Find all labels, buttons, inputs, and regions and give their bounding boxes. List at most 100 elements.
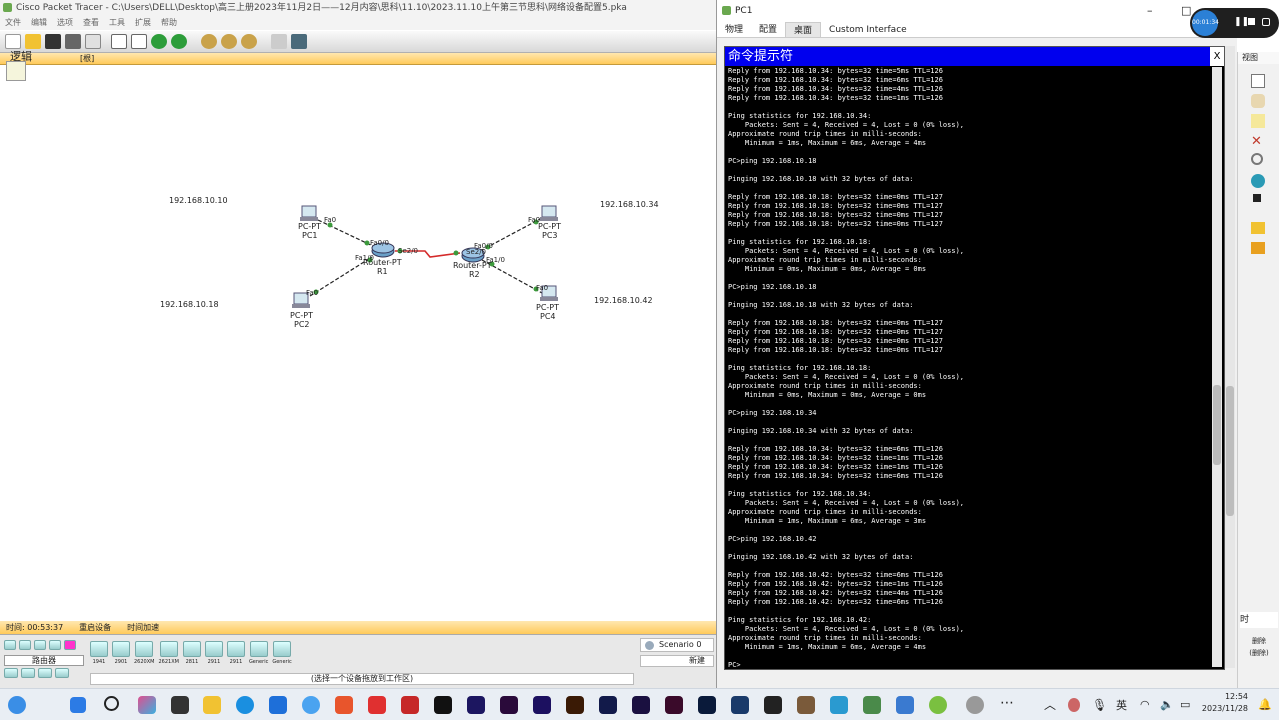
wechat-icon[interactable] [929,696,947,714]
open-folder-icon[interactable] [25,34,41,49]
realtime-mode-icon[interactable]: 时 [1240,612,1278,628]
tool-icon[interactable] [797,696,815,714]
file-explorer-icon[interactable] [203,696,221,714]
tray-app-icon[interactable] [1068,698,1080,712]
task-view-icon[interactable] [171,696,189,714]
save-icon[interactable] [45,34,61,49]
input-method-indicator[interactable]: 英 [1116,697,1127,713]
move-hand-icon[interactable] [1251,94,1265,108]
menu-file[interactable]: 文件 [5,16,21,30]
server-icon[interactable] [21,668,35,678]
cloud-icon[interactable] [55,668,69,678]
animate-icon[interactable] [632,696,650,714]
capcut-icon[interactable] [434,696,452,714]
new-file-icon[interactable] [5,34,21,49]
scenario-select[interactable]: Scenario 0 [640,638,714,652]
wifi-icon[interactable]: ◠ [1140,696,1158,714]
menu-options[interactable]: 选项 [57,16,73,30]
root-breadcrumb[interactable]: [根] [80,53,94,65]
screen-record-icon[interactable] [896,696,914,714]
model-tile[interactable]: Generic [249,641,268,665]
microphone-icon[interactable]: 🎙 [1092,696,1110,714]
wan-emulation-icon[interactable] [38,668,52,678]
volume-icon[interactable]: 🔈 [1160,696,1178,714]
hub-category-icon[interactable] [34,640,46,650]
end-device-icon[interactable] [4,668,18,678]
draw-shape-icon[interactable] [1251,174,1265,188]
audition-icon[interactable] [599,696,617,714]
dreamweaver-icon[interactable] [665,696,683,714]
model-tile[interactable]: 2811 [182,641,201,665]
model-tile[interactable]: 2620XM [134,641,154,665]
undo-icon[interactable] [151,34,167,49]
screen-recorder-widget[interactable]: 00:01:34 ❚❚ [1190,8,1279,38]
paste-icon[interactable] [131,34,147,49]
redo-icon[interactable] [171,34,187,49]
navigation-icon[interactable] [6,61,26,81]
copy-icon[interactable] [111,34,127,49]
minimize-icon[interactable]: – [1147,0,1153,22]
wireless-category-icon[interactable] [49,640,61,650]
note-icon[interactable] [1251,114,1265,128]
select-tool-icon[interactable] [1251,74,1265,88]
photoshop-icon[interactable] [698,696,716,714]
zoom-reset-icon[interactable] [221,34,237,49]
after-effects-icon[interactable] [533,696,551,714]
menu-extensions[interactable]: 扩展 [135,16,151,30]
recorder-menu-icon[interactable] [1262,18,1270,26]
activity-wizard-icon[interactable] [85,34,101,49]
copilot-icon[interactable] [138,696,156,714]
stop-icon[interactable] [1248,18,1255,25]
pc3-device[interactable] [540,205,558,221]
router-category-icon[interactable] [4,640,16,650]
model-tile[interactable]: 2911 [204,641,223,665]
ppt-icon[interactable] [401,696,419,714]
model-tile[interactable]: 1941 [90,641,108,665]
model-tile[interactable]: 2621XM [158,641,179,665]
delete-tool-icon[interactable]: ✕ [1251,134,1262,149]
browser-icon[interactable] [335,696,353,714]
premiere-icon[interactable] [500,696,518,714]
simple-pdu-icon[interactable] [1251,222,1265,234]
custom-device-icon[interactable] [291,34,307,49]
system-clock[interactable]: 12:54 2023/11/28 [1196,691,1248,715]
model-tile[interactable]: 2901 [112,641,130,665]
app-icon[interactable] [830,696,848,714]
scrollbar-thumb[interactable] [1213,385,1221,465]
menu-help[interactable]: 帮助 [161,16,177,30]
edge-icon[interactable] [236,696,254,714]
pc1-device[interactable] [300,205,318,221]
terminal-scrollbar[interactable] [1212,67,1222,667]
more-apps-icon[interactable]: ⋯ [1000,696,1018,714]
model-tile[interactable]: Generic [272,641,292,665]
close-icon[interactable]: X [1210,47,1224,66]
power-cycle-button[interactable]: 重启设备 [79,621,111,634]
complex-pdu-icon[interactable] [1251,242,1265,254]
logical-workspace-canvas[interactable]: 192.168.10.10 192.168.10.18 192.168.10.3… [0,65,713,621]
new-scenario-button[interactable]: 新建 [640,655,714,667]
window-scrollbar-thumb[interactable] [1226,386,1234,516]
pycharm-icon[interactable] [764,696,782,714]
zoom-out-icon[interactable] [241,34,257,49]
photoshop-2-icon[interactable] [731,696,749,714]
illustrator-icon[interactable] [566,696,584,714]
notification-bell-icon[interactable]: 🔔 [1258,696,1276,714]
print-icon[interactable] [65,34,81,49]
zoom-in-icon[interactable] [201,34,217,49]
menu-view[interactable]: 查看 [83,16,99,30]
start-icon[interactable] [70,697,86,713]
edge-swirl-icon[interactable] [8,696,26,714]
tray-expand-icon[interactable]: ︿ [1044,696,1062,714]
wps-icon[interactable] [368,696,386,714]
character-animator-icon[interactable] [467,696,485,714]
tab-config[interactable]: 配置 [751,22,785,37]
fast-forward-button[interactable]: 时间加速 [127,621,159,634]
packet-tracer-icon[interactable] [863,696,881,714]
qq-icon[interactable] [302,696,320,714]
menu-tools[interactable]: 工具 [109,16,125,30]
terminal-output[interactable]: Reply from 192.168.10.34: bytes=32 time=… [728,67,1210,667]
switch-category-icon[interactable] [19,640,31,650]
store-icon[interactable] [269,696,287,714]
delete-pdu-button[interactable]: 删除 [1238,636,1279,646]
resize-icon[interactable] [1253,194,1261,202]
